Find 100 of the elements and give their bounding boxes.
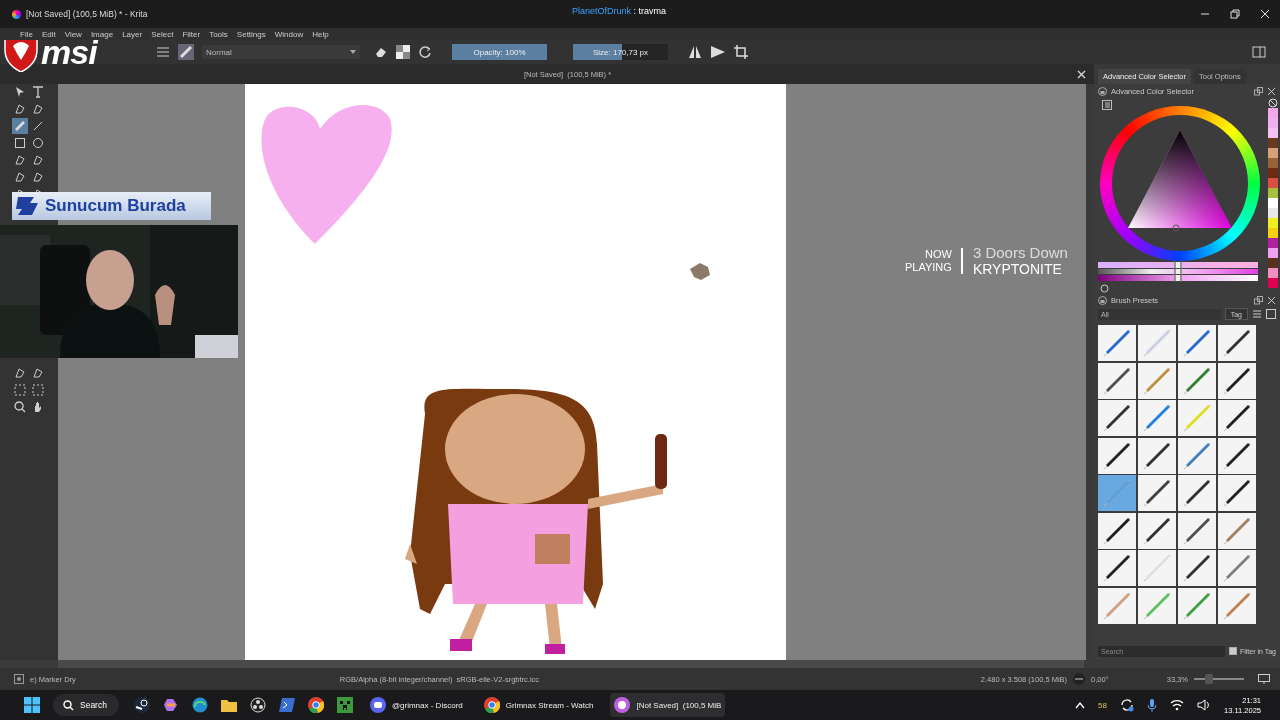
color-swatch[interactable] bbox=[1268, 108, 1278, 118]
scrollbar[interactable] bbox=[58, 660, 1084, 668]
color-swatch[interactable] bbox=[1268, 138, 1278, 148]
close-icon[interactable] bbox=[1267, 86, 1276, 96]
sync-icon[interactable] bbox=[1120, 698, 1134, 712]
color-swatch[interactable] bbox=[1268, 178, 1278, 188]
brush-preset-icon[interactable] bbox=[1218, 362, 1256, 399]
color-swatch[interactable] bbox=[1268, 268, 1278, 278]
settings-icon[interactable] bbox=[1102, 100, 1112, 110]
color-swatch[interactable] bbox=[1268, 118, 1278, 128]
brush-preset-icon[interactable] bbox=[1178, 587, 1216, 624]
edge-icon[interactable] bbox=[191, 697, 208, 713]
reload-icon[interactable] bbox=[418, 45, 432, 59]
list-icon[interactable] bbox=[156, 46, 170, 58]
lock-icon[interactable] bbox=[1098, 295, 1107, 305]
eraser-icon[interactable] bbox=[374, 46, 388, 58]
color-swatch[interactable] bbox=[1268, 188, 1278, 198]
taskbar-app[interactable]: Grimnax Stream - Watch bbox=[479, 693, 598, 717]
copilot-icon[interactable] bbox=[162, 697, 179, 713]
menu-item[interactable]: File bbox=[20, 29, 33, 39]
creeper-icon[interactable] bbox=[336, 697, 353, 713]
brush-preset-icon[interactable] bbox=[1218, 437, 1256, 474]
rotation-icon[interactable] bbox=[1073, 673, 1086, 685]
krita-icon[interactable] bbox=[614, 697, 631, 713]
brush-preset-icon[interactable] bbox=[1178, 550, 1216, 586]
windows-start-icon[interactable] bbox=[24, 697, 40, 713]
panel-icon[interactable] bbox=[1252, 46, 1266, 58]
close-icon[interactable] bbox=[1077, 69, 1086, 79]
brush-preset-icon[interactable] bbox=[1218, 475, 1256, 511]
zoom-tool-icon[interactable] bbox=[12, 399, 28, 415]
brush-status-icon[interactable] bbox=[14, 674, 24, 684]
speaker-icon[interactable] bbox=[1197, 699, 1211, 711]
menu-item[interactable]: Edit bbox=[41, 29, 56, 39]
brush-preset-icon[interactable] bbox=[1138, 512, 1176, 549]
brush-preset-icon[interactable] bbox=[1218, 587, 1256, 624]
brush-preset-icon[interactable] bbox=[1178, 437, 1216, 474]
color-swatch[interactable] bbox=[1268, 278, 1278, 288]
rect-tool-icon[interactable] bbox=[12, 135, 28, 151]
color-swatch[interactable] bbox=[1268, 208, 1278, 218]
flip-icon[interactable] bbox=[710, 45, 726, 59]
taskbar-app[interactable]: [Not Saved] (100,5 MiB bbox=[610, 693, 726, 717]
color-swatch[interactable] bbox=[1268, 148, 1278, 158]
folder-icon[interactable] bbox=[220, 698, 237, 712]
color-swatch[interactable] bbox=[1268, 228, 1278, 238]
brush-preset-icon[interactable] bbox=[1098, 512, 1136, 549]
microphone-icon[interactable] bbox=[1147, 698, 1157, 712]
monitor-icon[interactable] bbox=[1258, 674, 1270, 684]
checker-icon[interactable] bbox=[396, 45, 410, 59]
chrome-icon[interactable] bbox=[307, 697, 324, 713]
brush-preset-icon[interactable] bbox=[1178, 512, 1216, 549]
menu-item[interactable]: Layer bbox=[122, 29, 143, 39]
opacity-slider[interactable]: Opacity: 100% bbox=[452, 44, 547, 60]
lock-icon[interactable] bbox=[1098, 86, 1107, 96]
color-swatch[interactable] bbox=[1268, 198, 1278, 208]
menu-item[interactable]: Select bbox=[151, 29, 174, 39]
caret-icon[interactable] bbox=[1075, 701, 1086, 709]
menu-item[interactable]: View bbox=[64, 29, 82, 39]
brush-preset-icon[interactable] bbox=[1178, 362, 1216, 399]
menu-icon[interactable] bbox=[1252, 309, 1262, 319]
canvas-page[interactable] bbox=[245, 84, 786, 660]
tray-counter[interactable]: 58 bbox=[1098, 700, 1107, 710]
blend-mode-dropdown[interactable]: Normal bbox=[202, 45, 360, 59]
color-slider[interactable] bbox=[1098, 275, 1258, 282]
color-swatch[interactable] bbox=[1268, 218, 1278, 228]
crop-icon[interactable] bbox=[734, 45, 748, 59]
brush-preset-icon[interactable] bbox=[1138, 362, 1176, 399]
brush-preset-icon[interactable] bbox=[1218, 400, 1256, 436]
view-icon[interactable] bbox=[1266, 309, 1276, 319]
discord-icon[interactable] bbox=[369, 697, 386, 713]
wifi-icon[interactable] bbox=[1170, 699, 1184, 711]
brush-preset-icon[interactable] bbox=[1178, 475, 1216, 511]
color-slider[interactable] bbox=[1098, 261, 1258, 268]
menu-item[interactable]: Image bbox=[90, 29, 114, 39]
color-swatch[interactable] bbox=[1268, 258, 1278, 268]
color-swatch[interactable] bbox=[1268, 168, 1278, 178]
rectsel-tool-icon[interactable] bbox=[12, 382, 28, 398]
no-color-icon[interactable] bbox=[1268, 98, 1278, 108]
refresh-icon[interactable] bbox=[1100, 284, 1109, 293]
taskbar-search[interactable]: Search bbox=[53, 694, 119, 716]
brush-preset-icon[interactable] bbox=[1098, 400, 1136, 436]
ellipse-tool-icon[interactable] bbox=[30, 135, 46, 151]
color-swatch[interactable] bbox=[1268, 238, 1278, 248]
color-swatch[interactable] bbox=[1268, 158, 1278, 168]
menu-item[interactable]: Tools bbox=[209, 29, 228, 39]
menu-item[interactable]: Filter bbox=[182, 29, 201, 39]
float-icon[interactable] bbox=[1254, 295, 1263, 305]
brush-preset-icon[interactable] bbox=[1218, 325, 1256, 361]
menu-item[interactable]: Window bbox=[274, 29, 304, 39]
float-icon[interactable] bbox=[1254, 86, 1263, 96]
search-icon[interactable] bbox=[63, 699, 74, 711]
close-icon[interactable] bbox=[1267, 295, 1276, 305]
chrome-icon[interactable] bbox=[483, 697, 500, 713]
brush-preset-icon[interactable] bbox=[1098, 437, 1136, 474]
color-swatch[interactable] bbox=[1268, 248, 1278, 258]
brush-preset-icon[interactable] bbox=[1098, 362, 1136, 399]
steam-icon[interactable] bbox=[133, 697, 150, 713]
brush-preset-icon[interactable] bbox=[1098, 587, 1136, 624]
brush-preset-icon[interactable] bbox=[1138, 587, 1176, 624]
menu-item[interactable]: Help bbox=[312, 29, 329, 39]
color-swatch[interactable] bbox=[1268, 128, 1278, 138]
